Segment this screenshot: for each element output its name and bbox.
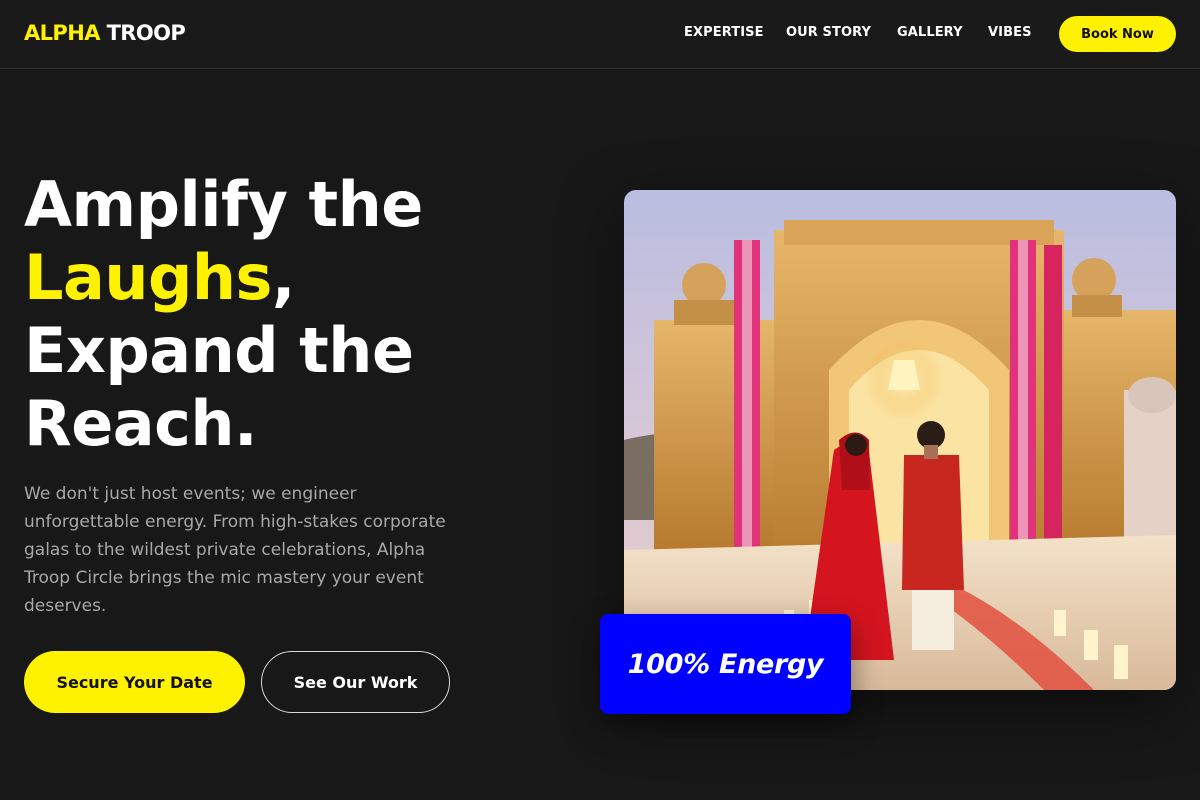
- headline-line-3: Expand the: [24, 314, 414, 387]
- nav-link-vibes[interactable]: VIBES: [988, 24, 1032, 42]
- book-now-button[interactable]: Book Now: [1059, 16, 1176, 52]
- see-our-work-button[interactable]: See Our Work: [261, 651, 450, 713]
- logo-rest-text: TROOP: [106, 21, 186, 45]
- headline-comma: ,: [271, 241, 296, 314]
- headline-line-2: Laughs,: [24, 241, 584, 314]
- navbar: ALPHA TROOP EXPERTISE OUR STORY GALLERY …: [0, 0, 1200, 69]
- nav-link-expertise[interactable]: EXPERTISE: [684, 24, 764, 42]
- logo-accent-text: ALPHA: [24, 21, 100, 45]
- headline-line-4: Reach.: [24, 387, 258, 460]
- headline-line-1: Amplify the: [24, 168, 423, 241]
- energy-badge: 100% Energy: [600, 614, 851, 714]
- logo[interactable]: ALPHA TROOP: [24, 20, 186, 46]
- energy-badge-text: 100% Energy: [627, 648, 824, 680]
- nav-link-gallery[interactable]: GALLERY: [897, 24, 963, 42]
- headline-highlight: Laughs: [24, 241, 272, 314]
- hero-description: We don't just host events; we engineer u…: [24, 484, 446, 616]
- nav-link-our-story[interactable]: OUR STORY: [786, 24, 871, 42]
- hero-headline: Amplify the Laughs, Expand the Reach.: [24, 168, 584, 460]
- secure-your-date-button[interactable]: Secure Your Date: [24, 651, 245, 713]
